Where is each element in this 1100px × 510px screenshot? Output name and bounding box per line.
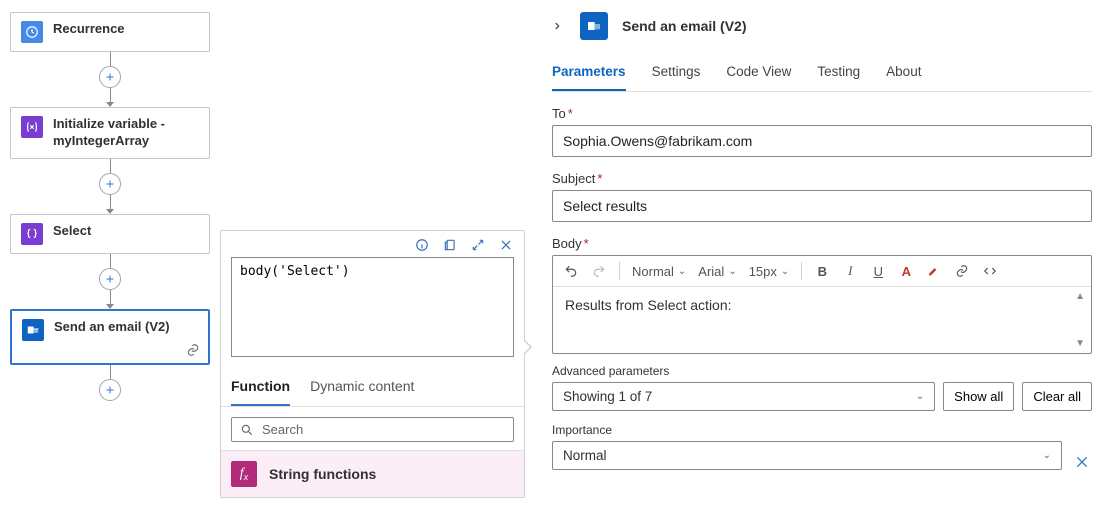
fx-icon: fx <box>231 461 257 487</box>
add-step-button[interactable] <box>99 379 121 401</box>
expression-editor-popup: Function Dynamic content Search fx Strin… <box>220 230 525 498</box>
clipboard-icon[interactable] <box>442 237 458 253</box>
to-input[interactable] <box>552 125 1092 157</box>
flow-step-send-email[interactable]: Send an email (V2) <box>10 309 210 365</box>
link-icon <box>186 343 200 357</box>
search-icon <box>240 423 254 437</box>
advanced-params-label: Advanced parameters <box>552 364 935 378</box>
tab-dynamic-content[interactable]: Dynamic content <box>310 370 414 406</box>
variable-icon <box>21 116 43 138</box>
field-label-subject: Subject* <box>552 171 1092 186</box>
body-content-text: Results from Select action: <box>565 297 732 313</box>
style-dropdown[interactable]: Normal⌄ <box>632 264 686 279</box>
expression-search-input[interactable]: Search <box>231 417 514 442</box>
italic-icon[interactable]: I <box>842 263 858 279</box>
field-label-to: To* <box>552 106 1092 121</box>
connector-line <box>110 195 111 209</box>
add-step-button[interactable] <box>99 268 121 290</box>
flow-step-label: Send an email (V2) <box>54 319 170 336</box>
expand-icon[interactable] <box>470 237 486 253</box>
info-icon[interactable] <box>414 237 430 253</box>
chevron-down-icon: ⌄ <box>916 391 924 402</box>
braces-icon <box>21 223 43 245</box>
expression-textarea[interactable] <box>231 257 514 357</box>
body-rich-text-editor[interactable]: Normal⌄ Arial⌄ 15px⌄ B I U A ▲ Results f… <box>552 255 1092 354</box>
add-step-button[interactable] <box>99 66 121 88</box>
show-all-button[interactable]: Show all <box>943 382 1014 411</box>
add-step-button[interactable] <box>99 173 121 195</box>
scroll-down-hint-icon: ▼ <box>1075 338 1085 349</box>
link-icon[interactable] <box>954 263 970 279</box>
category-label: String functions <box>269 466 376 482</box>
connector-line <box>110 88 111 102</box>
panel-title: Send an email (V2) <box>622 18 746 34</box>
tab-parameters[interactable]: Parameters <box>552 58 626 91</box>
tab-code-view[interactable]: Code View <box>726 58 791 91</box>
clock-icon <box>21 21 43 43</box>
clear-all-button[interactable]: Clear all <box>1022 382 1092 411</box>
subject-input[interactable] <box>552 190 1092 222</box>
tab-function[interactable]: Function <box>231 370 290 406</box>
flow-step-label: Initialize variable - myIntegerArray <box>53 116 199 150</box>
importance-label: Importance <box>552 423 1062 437</box>
field-label-body: Body* <box>552 236 1092 251</box>
code-icon[interactable] <box>982 263 998 279</box>
category-string-functions[interactable]: fx String functions <box>221 450 524 497</box>
flow-step-select[interactable]: Select <box>10 214 210 254</box>
redo-icon[interactable] <box>591 263 607 279</box>
importance-dropdown[interactable]: Normal ⌄ <box>552 441 1062 470</box>
close-icon[interactable] <box>498 237 514 253</box>
bold-icon[interactable]: B <box>814 263 830 279</box>
action-detail-panel: Send an email (V2) Parameters Settings C… <box>552 12 1092 470</box>
search-placeholder: Search <box>262 422 303 437</box>
chevron-down-icon: ⌄ <box>1043 450 1051 461</box>
connector-line <box>110 365 111 379</box>
tab-about[interactable]: About <box>886 58 921 91</box>
flow-step-recurrence[interactable]: Recurrence <box>10 12 210 52</box>
advanced-params-dropdown[interactable]: Showing 1 of 7 ⌄ <box>552 382 935 411</box>
workflow-canvas: Recurrence Initialize variable - myInteg… <box>10 12 210 401</box>
remove-param-button[interactable] <box>1074 454 1092 470</box>
font-color-icon[interactable]: A <box>898 263 914 279</box>
flow-step-label: Select <box>53 223 91 240</box>
tab-testing[interactable]: Testing <box>817 58 860 91</box>
panel-collapse-chevron-icon[interactable] <box>552 19 566 33</box>
flow-step-initialize-variable[interactable]: Initialize variable - myIntegerArray <box>10 107 210 159</box>
connector-line <box>110 159 111 173</box>
outlook-icon <box>22 319 44 341</box>
underline-icon[interactable]: U <box>870 263 886 279</box>
font-size-dropdown[interactable]: 15px⌄ <box>749 264 790 279</box>
connector-line <box>110 254 111 268</box>
flow-step-label: Recurrence <box>53 21 125 38</box>
undo-icon[interactable] <box>563 263 579 279</box>
outlook-icon <box>580 12 608 40</box>
highlight-icon[interactable] <box>926 263 942 279</box>
tab-settings[interactable]: Settings <box>652 58 701 91</box>
scroll-up-hint-icon: ▲ <box>1075 291 1085 302</box>
connector-line <box>110 290 111 304</box>
font-family-dropdown[interactable]: Arial⌄ <box>698 264 736 279</box>
connector-line <box>110 52 111 66</box>
